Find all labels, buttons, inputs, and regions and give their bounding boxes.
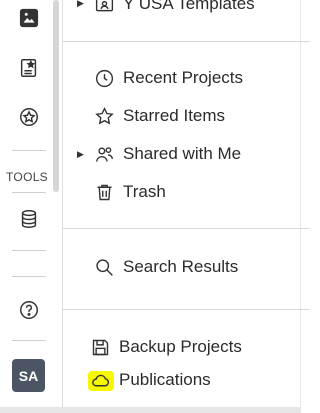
backup-projects-item[interactable]: Backup Projects (88, 333, 242, 361)
starred-items-label: Starred Items (123, 106, 226, 125)
recent-projects-item[interactable]: Recent Projects (92, 64, 243, 92)
horizontal-scrollbar[interactable] (0, 407, 300, 413)
panel-divider (62, 41, 310, 42)
star-icon (92, 104, 116, 128)
expand-caret-icon[interactable]: ▶ (77, 0, 84, 9)
search-icon (92, 255, 116, 279)
image-icon[interactable] (15, 4, 43, 32)
panel-divider (62, 309, 310, 310)
search-results-item[interactable]: Search Results (92, 253, 238, 281)
rail-divider (12, 150, 46, 151)
help-icon[interactable] (15, 296, 43, 324)
trash-icon (92, 180, 116, 204)
search-results-label: Search Results (123, 257, 239, 276)
recent-projects-label: Recent Projects (123, 68, 243, 87)
shared-with-me-label: Shared with Me (123, 144, 242, 163)
rail-divider (12, 340, 46, 341)
database-icon[interactable] (15, 205, 43, 233)
clock-icon (92, 66, 116, 90)
shared-users-icon (92, 142, 116, 166)
rail-divider (12, 276, 46, 277)
star-badge-icon[interactable] (15, 103, 43, 131)
rail-scrollbar[interactable] (53, 0, 59, 192)
publications-label: Publications (119, 370, 211, 389)
rail-divider (12, 192, 46, 193)
cloud-icon (88, 368, 112, 392)
publications-item[interactable]: Publications (88, 366, 211, 394)
panel-scrollbar[interactable] (300, 0, 312, 413)
backup-projects-label: Backup Projects (119, 337, 242, 356)
panel-divider (62, 228, 310, 229)
rail-divider (12, 250, 46, 251)
trash-label: Trash (123, 182, 166, 201)
templates-label: Y USA Templates (123, 0, 255, 13)
starred-items-item[interactable]: Starred Items (92, 102, 225, 130)
tools-label: TOOLS (6, 170, 48, 184)
save-icon (88, 335, 112, 359)
templates-item[interactable]: Y USA Templates (92, 0, 255, 18)
left-rail: TOOLS SA (0, 0, 54, 413)
folder-user-icon (92, 0, 116, 16)
trash-item[interactable]: Trash (92, 178, 166, 206)
starred-document-icon[interactable] (15, 54, 43, 82)
shared-with-me-item[interactable]: Shared with Me (92, 140, 241, 168)
expand-caret-icon[interactable]: ▶ (77, 149, 84, 160)
avatar[interactable]: SA (12, 359, 45, 392)
